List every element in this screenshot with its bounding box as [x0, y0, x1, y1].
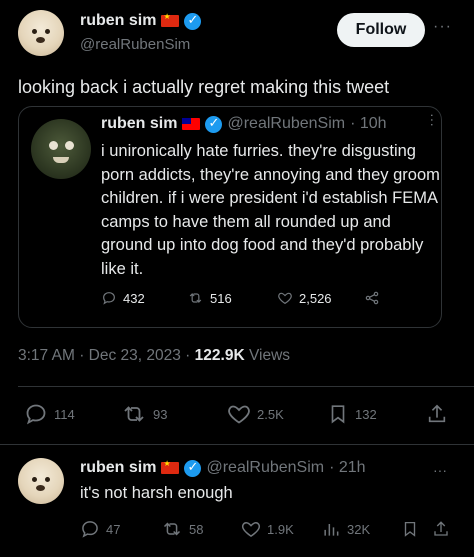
author-handle[interactable]: @realRubenSim — [80, 36, 190, 53]
author-avatar[interactable] — [18, 10, 64, 56]
reply-text: it's not harsh enough — [80, 484, 233, 502]
share-icon — [428, 404, 446, 423]
reply-views-action[interactable]: 32K — [321, 519, 370, 539]
reply-reply-count: 47 — [106, 521, 121, 537]
more-options-icon[interactable]: ··· — [433, 18, 452, 36]
quoted-retweet-action[interactable]: 516 — [187, 290, 232, 306]
quoted-like-action[interactable]: 2,526 — [277, 290, 332, 306]
avatar-nose — [36, 37, 45, 43]
quoted-reply-count: 432 — [123, 290, 145, 306]
reply-author-row[interactable]: ruben sim @realRubenSim · 21h — [80, 459, 366, 477]
quoted-tweet-text: i unironically hate furries. they're dis… — [101, 142, 440, 278]
avatar-mouth — [53, 157, 69, 163]
avatar-eye — [65, 141, 74, 150]
quoted-tweet-card[interactable]: ruben sim @realRubenSim · 10h ··· i unir… — [18, 106, 442, 328]
divider — [18, 386, 474, 387]
reply-bookmark-action[interactable] — [401, 519, 419, 539]
reply-icon — [82, 521, 98, 538]
quoted-more-icon[interactable]: ··· — [425, 113, 441, 127]
reply-tweet-time[interactable]: · 21h — [329, 459, 365, 477]
retweet-action[interactable]: 93 — [121, 402, 167, 426]
avatar-eye — [32, 477, 37, 482]
bookmark-count: 132 — [355, 406, 377, 422]
bookmark-icon — [331, 405, 345, 424]
reply-retweet-action[interactable]: 58 — [161, 519, 203, 539]
quoted-author-handle[interactable]: @realRubenSim — [227, 115, 345, 133]
reply-action[interactable]: 114 — [24, 402, 75, 426]
avatar-eye — [49, 141, 58, 150]
verified-badge-icon — [205, 115, 223, 133]
reply-more-options-icon[interactable]: ··· — [433, 462, 447, 478]
avatar-nose — [36, 485, 45, 491]
reply-icon — [26, 404, 46, 425]
reply-like-count: 1.9K — [267, 521, 294, 537]
retweet-icon — [124, 406, 144, 422]
reply-reply-action[interactable]: 47 — [80, 519, 120, 539]
verified-badge-icon — [184, 459, 202, 477]
bookmark-action[interactable]: 132 — [327, 402, 377, 426]
reply-share-action[interactable] — [432, 519, 450, 539]
reply-views-count: 32K — [347, 521, 371, 537]
verified-badge-icon — [184, 12, 202, 30]
quoted-tweet-time[interactable]: · 10h — [350, 115, 386, 133]
quoted-author-name[interactable]: ruben sim — [101, 115, 177, 133]
like-count: 2.5K — [257, 406, 284, 422]
author-name[interactable]: ruben sim — [80, 12, 156, 30]
heart-icon — [278, 292, 292, 305]
divider — [0, 444, 474, 445]
share-icon — [434, 521, 448, 536]
views-count: 122.9K — [194, 347, 245, 364]
avatar-eye — [32, 29, 37, 34]
author-name-row[interactable]: ruben sim — [80, 12, 202, 30]
reply-like-action[interactable]: 1.9K — [241, 519, 294, 539]
reply-icon — [103, 292, 115, 305]
tweet-date[interactable]: · Dec 23, 2023 · — [79, 347, 190, 364]
china-flag-icon — [161, 459, 180, 474]
avatar-eye — [45, 477, 50, 482]
share-icon — [365, 291, 379, 305]
reply-author-name[interactable]: ruben sim — [80, 459, 156, 477]
quoted-author-avatar[interactable] — [31, 119, 91, 179]
quoted-retweet-count: 516 — [210, 290, 232, 306]
china-flag-icon — [161, 12, 180, 27]
quoted-author-row[interactable]: ruben sim @realRubenSim · 10h — [101, 115, 387, 133]
reply-count: 114 — [54, 406, 75, 422]
tweet-time[interactable]: 3:17 AM — [18, 347, 75, 364]
retweet-icon — [189, 293, 202, 303]
reply-retweet-count: 58 — [189, 521, 204, 537]
quoted-like-count: 2,526 — [299, 290, 332, 306]
tweet-text: looking back i actually regret making th… — [18, 77, 390, 97]
share-action[interactable] — [426, 402, 448, 426]
heart-icon — [241, 521, 261, 537]
taiwan-flag-icon — [182, 118, 201, 130]
avatar-eye — [45, 29, 50, 34]
bookmark-icon — [404, 521, 416, 537]
heart-icon — [228, 405, 250, 424]
retweet-count: 93 — [153, 406, 168, 422]
like-action[interactable]: 2.5K — [227, 402, 284, 426]
quoted-share-action[interactable] — [364, 290, 380, 306]
retweet-icon — [163, 522, 181, 536]
tweet-meta: 3:17 AM · Dec 23, 2023 · 122.9K Views — [18, 347, 290, 365]
follow-button[interactable]: Follow — [337, 13, 425, 47]
reply-author-avatar[interactable] — [18, 458, 64, 504]
views-label: Views — [248, 347, 291, 364]
reply-author-handle[interactable]: @realRubenSim — [206, 459, 324, 477]
quoted-reply-action[interactable]: 432 — [101, 290, 145, 306]
analytics-bar-icon — [324, 524, 339, 536]
